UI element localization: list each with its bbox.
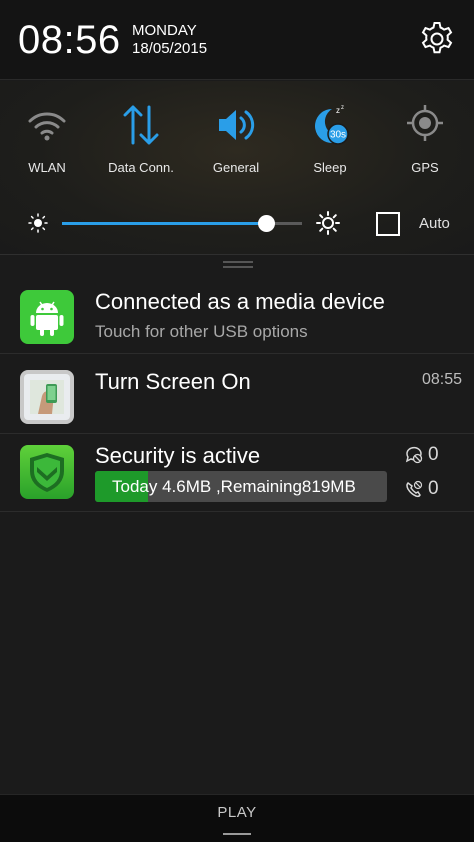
toggle-wlan[interactable]: WLAN <box>0 103 94 183</box>
toggle-label: GPS <box>411 160 439 175</box>
blocked-call-icon <box>406 480 423 498</box>
toggle-sound-profile[interactable]: General <box>189 103 283 183</box>
notification-title: Security is active <box>95 443 261 468</box>
data-usage-bar: Today 4.6MB ,Remaining819MB <box>95 471 387 502</box>
blocked-calls-count: 0 <box>428 478 439 499</box>
gps-icon <box>407 105 443 141</box>
svg-text:z: z <box>341 105 344 111</box>
notification-turn-screen-on[interactable]: Turn Screen On 08:55 <box>0 354 474 434</box>
weekday-label: MONDAY <box>132 22 197 39</box>
blocked-calls-stat: 0 <box>405 478 465 500</box>
blocked-messages-stat: 0 <box>405 444 465 466</box>
gear-icon[interactable] <box>418 20 456 58</box>
date-label: 18/05/2015 <box>132 40 208 57</box>
volume-icon <box>219 110 255 140</box>
notification-title: Turn Screen On <box>95 369 251 394</box>
brightness-slider-fill <box>62 222 266 225</box>
tab-indicator <box>223 833 251 835</box>
data-arrows-icon <box>123 105 159 145</box>
toggle-data-connection[interactable]: Data Conn. <box>94 103 188 183</box>
bottom-bar: PLAY <box>0 794 474 842</box>
sleep-timer-icon: z z 30s <box>315 105 349 145</box>
auto-brightness-checkbox[interactable] <box>376 212 400 236</box>
blocked-messages-count: 0 <box>428 444 439 465</box>
turn-screen-on-app-icon <box>20 370 74 424</box>
android-icon <box>20 290 74 344</box>
blocked-message-icon <box>405 446 423 464</box>
status-header: 08:56 MONDAY 18/05/2015 <box>0 0 474 80</box>
toggle-gps[interactable]: GPS <box>378 103 472 183</box>
sleep-badge: 30s <box>330 130 346 141</box>
notification-subtitle: Touch for other USB options <box>95 322 308 341</box>
notification-title: Connected as a media device <box>95 289 385 314</box>
wifi-icon <box>28 112 66 141</box>
toggle-label: Sleep <box>313 160 347 175</box>
clock-time: 08:56 <box>18 18 121 62</box>
auto-brightness-label: Auto <box>419 215 450 232</box>
security-shield-icon <box>20 445 74 499</box>
toggle-label: Data Conn. <box>108 160 174 175</box>
brightness-low-icon <box>28 213 48 233</box>
brightness-slider-thumb[interactable] <box>258 215 275 232</box>
drag-handle-icon[interactable] <box>222 258 254 270</box>
notification-usb[interactable]: Connected as a media device Touch for ot… <box>0 276 474 354</box>
notification-time: 08:55 <box>421 371 462 388</box>
toggle-sleep[interactable]: z z 30s Sleep <box>283 103 377 183</box>
brightness-row: Auto <box>0 200 474 246</box>
data-usage-text: Today 4.6MB ,Remaining819MB <box>112 477 356 496</box>
play-tab[interactable]: PLAY <box>0 804 474 821</box>
brightness-slider[interactable] <box>62 215 302 232</box>
brightness-high-icon <box>316 211 340 235</box>
toggle-label: WLAN <box>28 160 66 175</box>
svg-text:z: z <box>336 106 340 115</box>
notification-security[interactable]: Security is active Today 4.6MB ,Remainin… <box>0 434 474 512</box>
toggle-label: General <box>212 160 260 175</box>
